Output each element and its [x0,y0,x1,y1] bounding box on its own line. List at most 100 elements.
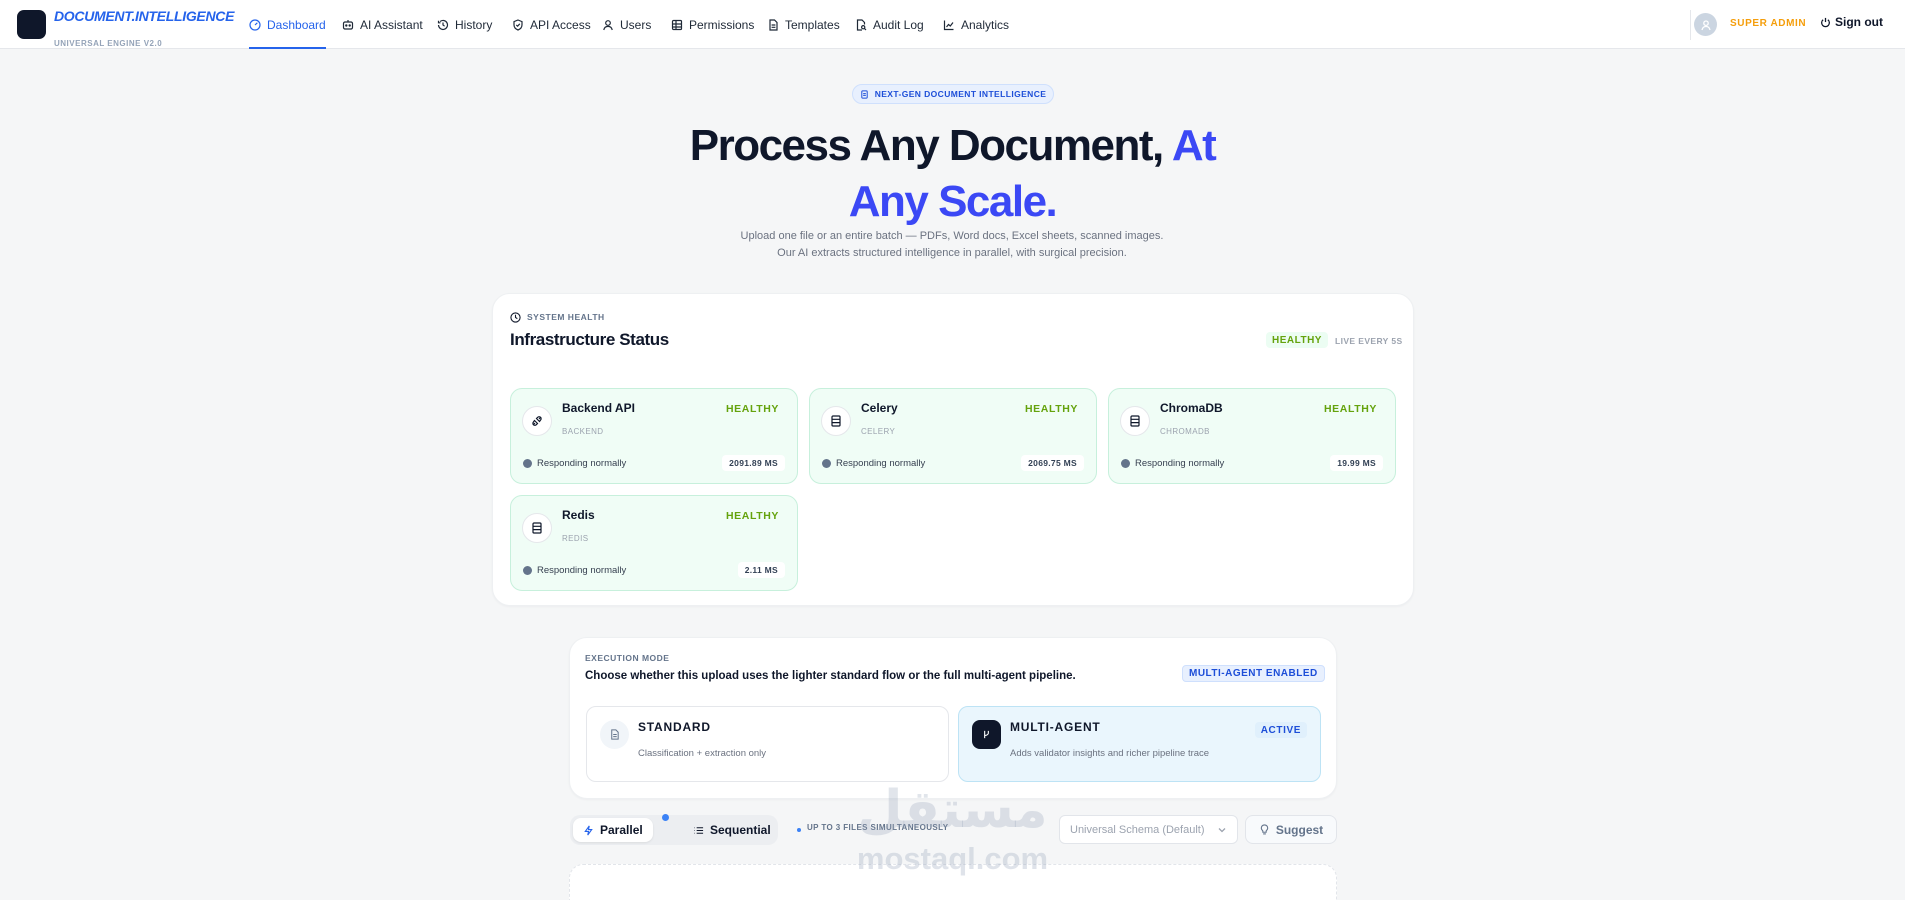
nav-item-users[interactable]: Users [602,0,651,49]
nav-item-analytics[interactable]: Analytics [943,0,1009,49]
nav-item-audit-log[interactable]: Audit Log [855,0,924,49]
service-name: Celery [861,401,898,415]
sign-out-button[interactable]: Sign out [1820,15,1883,29]
notification-dot [662,814,669,821]
parallel-toggle[interactable]: Parallel [573,818,653,842]
service-name: Redis [562,508,595,522]
nav-item-api-access[interactable]: API Access [512,0,591,49]
hero-title: Process Any Document, At Any Scale. [0,118,1905,230]
service-key: BACKEND [562,427,604,436]
history-icon [437,19,449,30]
user-icon [603,19,613,30]
hero-title-line-1: Process Any Document, At [0,118,1905,174]
brand-subtitle: UNIVERSAL ENGINE V2.0 [54,39,163,48]
service-name: Backend API [562,401,635,415]
bot-icon [342,19,354,30]
database-icon [1130,415,1140,427]
nav-item-templates[interactable]: Templates [767,0,840,49]
chevron-down-icon [1218,827,1226,832]
service-name: ChromaDB [1160,401,1223,415]
watermark-arabic: مستقل [857,781,1048,839]
hero-title-accent: At [1171,121,1217,170]
parallel-label: Parallel [600,823,643,837]
document-icon [860,89,868,99]
server-icon [532,522,542,534]
sequential-toggle[interactable]: Sequential [683,818,781,842]
nav-label: Analytics [961,17,1010,32]
nav-label: Audit Log [873,17,924,32]
service-card-backend: Backend API BACKEND HEALTHY Responding n… [510,388,798,484]
file-icon [769,18,778,31]
sequential-label: Sequential [710,823,771,837]
mode-description: Adds validator insights and richer pipel… [1010,748,1210,759]
git-branch-icon [984,730,989,739]
service-latency: 19.99 MS [1330,455,1383,471]
avatar[interactable] [1694,13,1717,36]
nav-item-dashboard[interactable]: Dashboard [249,0,326,49]
service-key: CHROMADB [1160,427,1210,436]
lightbulb-icon [1260,824,1269,835]
service-note: Responding normally [523,565,626,576]
service-latency: 2.11 MS [737,562,785,578]
execution-prompt: Choose whether this upload uses the ligh… [585,670,1076,682]
service-card-chromadb: ChromaDB CHROMADB HEALTHY Responding nor… [1108,388,1396,484]
service-card-celery: Celery CELERY HEALTHY Responding normall… [809,388,1097,484]
nav-label: AI Assistant [360,17,423,32]
suggest-button[interactable]: Suggest [1245,815,1337,844]
file-text-icon [611,729,619,740]
multi-agent-enabled-badge: MULTI-AGENT ENABLED [1182,665,1325,682]
service-status: HEALTHY [1323,403,1377,415]
brand-logo[interactable] [17,10,46,39]
chart-line-icon [943,20,954,30]
service-icon [1120,406,1150,436]
brand-name[interactable]: DOCUMENT.INTELLIGENCE [54,8,234,24]
service-note: Responding normally [523,458,626,469]
schema-select[interactable]: Universal Schema (Default) [1059,815,1238,844]
mode-title: MULTI-AGENT [1010,720,1101,734]
top-navigation-bar: DOCUMENT.INTELLIGENCE UNIVERSAL ENGINE V… [0,0,1905,49]
gauge-icon [249,18,261,31]
active-badge: ACTIVE [1254,722,1307,738]
lightning-icon [584,825,593,835]
mode-option-multi-agent[interactable]: MULTI-AGENT Adds validator insights and … [958,706,1321,782]
schema-select-value: Universal Schema (Default) [1070,823,1205,836]
service-status: HEALTHY [725,510,779,522]
shield-icon [513,18,523,31]
nav-divider [1690,10,1691,40]
service-note-text: Responding normally [537,565,627,576]
service-note-text: Responding normally [836,458,926,469]
server-icon [831,415,841,427]
hero-description: Upload one file or an entire batch — PDF… [740,230,1164,259]
suggest-label: Suggest [1275,822,1324,837]
hero-title-line-2: Any Scale. [848,177,1058,226]
hint-dot [797,827,801,832]
status-dot [523,566,532,575]
nav-item-ai-assistant[interactable]: AI Assistant [342,0,423,49]
hero-badge: NEXT-GEN DOCUMENT INTELLIGENCE [852,84,1054,104]
execution-mode-card: EXECUTION MODE Choose whether this uploa… [569,637,1337,799]
role-badge: SUPER ADMIN [1730,18,1807,29]
nav-label: API Access [530,17,591,32]
nav-item-permissions[interactable]: Permissions [671,0,754,49]
file-search-icon [856,18,867,31]
refresh-interval-label: LIVE EVERY 5S [1335,336,1403,346]
service-icon [522,513,552,543]
service-status: HEALTHY [725,403,779,415]
nav-label: Dashboard [267,17,326,32]
status-dot [1121,459,1130,468]
nav-item-history[interactable]: History [437,0,492,49]
watermark: مستقل mostaql.com [835,780,1070,880]
mode-title: STANDARD [638,720,711,734]
overall-status-badge: HEALTHY [1266,332,1328,348]
sign-out-label: Sign out [1835,15,1883,29]
service-icon [821,406,851,436]
processing-mode-toggle: Parallel Sequential [570,815,778,845]
service-note: Responding normally [1121,458,1224,469]
watermark-latin: mostaql.com [856,841,1049,876]
mode-option-standard[interactable]: STANDARD Classification + extraction onl… [586,706,949,782]
service-note-text: Responding normally [1135,458,1225,469]
nav-label: Users [620,17,652,32]
clock-icon [510,312,521,323]
section-eyebrow: SYSTEM HEALTH [527,312,605,322]
service-latency: 2091.89 MS [722,455,785,471]
